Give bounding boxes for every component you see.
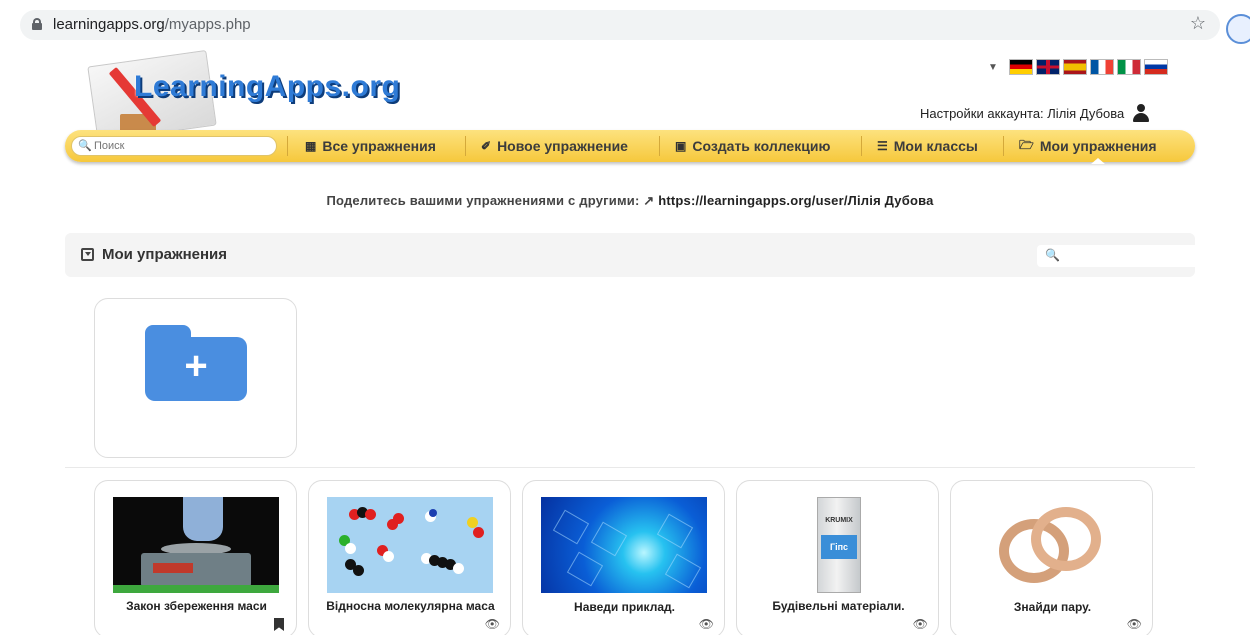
eye-slash-icon[interactable]: 👁: [485, 617, 500, 631]
nav-divider: [465, 136, 466, 156]
bookmark-star-icon[interactable]: ☆: [1190, 13, 1206, 34]
nav-divider: [287, 136, 288, 156]
extension-icon[interactable]: [1226, 14, 1250, 44]
pencil-icon: ✐: [481, 139, 492, 153]
app-thumbnail[interactable]: KRUMIX Гіпс: [755, 497, 921, 593]
nav-divider: [659, 136, 660, 156]
panel-search-input[interactable]: [1063, 248, 1233, 264]
app-card[interactable]: Знайди пару. 👁: [950, 480, 1153, 635]
nav-divider: [1003, 136, 1004, 156]
flag-ru-icon[interactable]: [1143, 59, 1168, 75]
share-link[interactable]: https://learningapps.org/user/Лілія Дубо…: [658, 193, 933, 208]
flag-es-icon[interactable]: [1062, 59, 1087, 75]
app-thumbnail[interactable]: [969, 497, 1135, 593]
eye-slash-icon[interactable]: 👁: [1127, 617, 1142, 631]
app-title[interactable]: Закон збереження маси: [105, 600, 288, 613]
url-field[interactable]: learningapps.org/myapps.php ☆: [20, 10, 1220, 40]
external-link-icon: ↗: [643, 193, 659, 208]
share-text: Поделитесь вашими упражнениями с другими…: [326, 193, 640, 208]
account-settings-link[interactable]: Настройки аккаунта: Лілія Дубова: [920, 104, 1150, 122]
search-icon: 🔍: [78, 140, 92, 152]
app-title[interactable]: Наведи приклад.: [533, 601, 716, 614]
nav-item-new-app[interactable]: ✐ Новое упражнение: [481, 130, 628, 162]
app-title[interactable]: Відносна молекулярна маса: [319, 600, 502, 613]
active-tab-indicator: [1091, 158, 1105, 164]
my-apps-panel-header: Мои упражнения 🔍: [65, 233, 1243, 277]
eye-slash-icon[interactable]: 👁: [699, 617, 714, 631]
flag-it-icon[interactable]: [1116, 59, 1141, 75]
bookmark-icon[interactable]: [274, 618, 284, 631]
user-icon[interactable]: [1132, 104, 1150, 122]
list-icon: ☰: [877, 139, 888, 153]
app-thumbnail[interactable]: [327, 497, 493, 593]
app-card[interactable]: Закон збереження маси: [94, 480, 297, 635]
flag-en-icon[interactable]: [1035, 59, 1060, 75]
folder-open-icon: 🗁: [1019, 137, 1034, 152]
site-logo-text[interactable]: LearningApps.org: [134, 70, 400, 104]
nav-item-my-apps[interactable]: 🗁 Мои упражнения: [1019, 130, 1157, 162]
nav-search[interactable]: 🔍: [71, 136, 277, 156]
grid-icon: ▦: [305, 139, 317, 153]
app-title[interactable]: Будівельні матеріали.: [747, 600, 930, 613]
app-card[interactable]: Наведи приклад. 👁: [522, 480, 725, 635]
caret-down-icon[interactable]: ▼: [988, 62, 998, 73]
eye-slash-icon[interactable]: 👁: [913, 617, 928, 631]
main-nav: 🔍 ▦ Все упражнения ✐ Новое упражнение ▣ …: [65, 130, 1195, 162]
app-card[interactable]: Відносна молекулярна маса 👁: [308, 480, 511, 635]
nav-search-input[interactable]: [94, 139, 270, 153]
flag-fr-icon[interactable]: [1089, 59, 1114, 75]
nav-item-create-collection[interactable]: ▣ Создать коллекцию: [675, 130, 830, 162]
collection-icon: ▣: [675, 139, 687, 153]
bag-brand-text: KRUMIX: [825, 517, 853, 524]
bag-label-text: Гіпс: [821, 535, 857, 559]
panel-title[interactable]: Мои упражнения: [81, 246, 227, 263]
search-icon: 🔍: [1045, 248, 1060, 262]
app-title[interactable]: Знайди пару.: [961, 601, 1144, 614]
nav-divider: [861, 136, 862, 156]
nav-item-my-classes[interactable]: ☰ Мои классы: [877, 130, 978, 162]
app-thumbnail[interactable]: [113, 497, 279, 593]
new-folder-card[interactable]: +: [94, 298, 297, 458]
account-label[interactable]: Настройки аккаунта: Лілія Дубова: [920, 106, 1124, 121]
url-text[interactable]: learningapps.org/myapps.php: [53, 16, 251, 33]
panel-search[interactable]: 🔍: [1037, 245, 1243, 267]
app-card[interactable]: KRUMIX Гіпс Будівельні матеріали. 👁: [736, 480, 939, 635]
lock-icon: [32, 18, 42, 30]
share-line: Поделитесь вашими упражнениями с другими…: [0, 193, 1250, 209]
collapse-icon[interactable]: [81, 248, 94, 261]
app-thumbnail[interactable]: [541, 497, 707, 593]
browser-address-bar: learningapps.org/myapps.php ☆: [0, 0, 1250, 48]
flag-de-icon[interactable]: [1008, 59, 1033, 75]
language-selector[interactable]: ▼: [988, 58, 1168, 76]
folder-plus-icon[interactable]: +: [145, 325, 247, 401]
nav-item-all-apps[interactable]: ▦ Все упражнения: [305, 130, 436, 162]
section-divider: [65, 467, 1195, 468]
